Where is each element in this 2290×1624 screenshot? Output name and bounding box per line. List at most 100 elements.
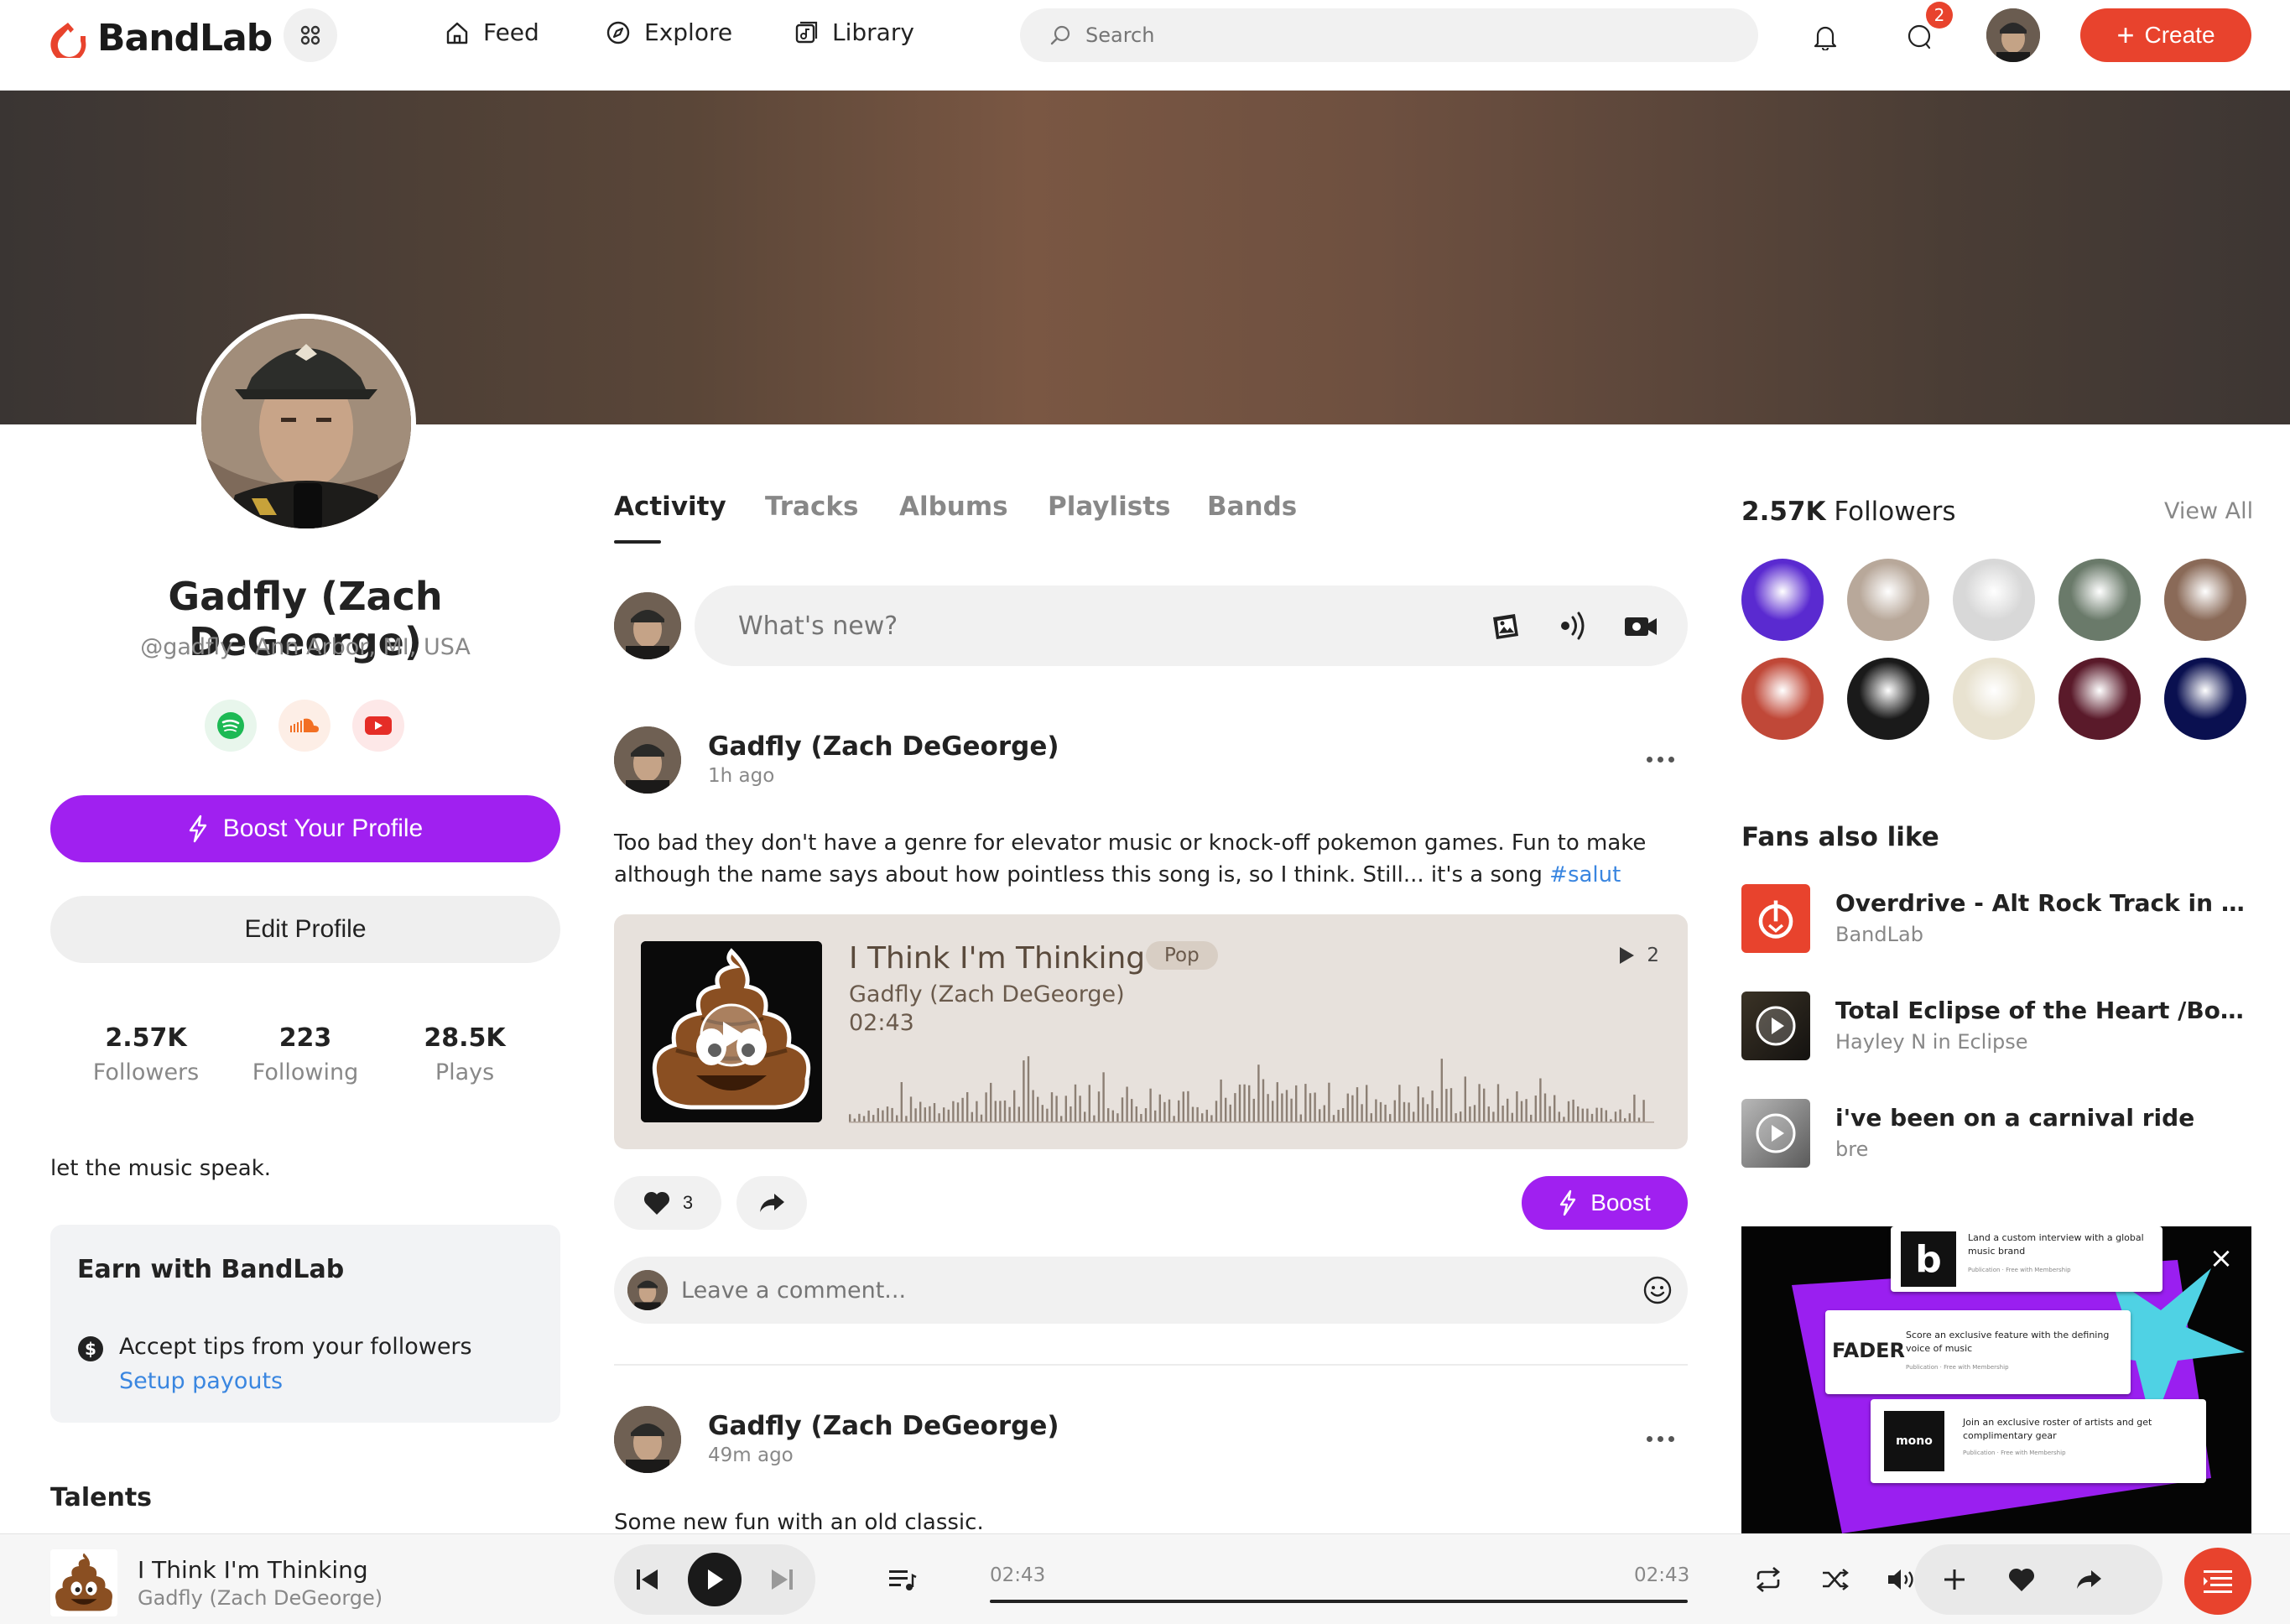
player-share-button[interactable] [2072,1563,2105,1596]
tab-activity[interactable]: Activity [614,492,726,522]
track-title[interactable]: I Think I'm Thinking [849,941,1145,976]
player-track-artist[interactable]: Gadfly (Zach DeGeorge) [138,1586,383,1610]
previous-button[interactable] [631,1563,664,1596]
bandlab-logo[interactable]: BandLab [49,17,273,60]
search-input[interactable] [1085,23,1673,47]
waveform-bar [943,1107,945,1122]
edit-profile-button[interactable]: Edit Profile [50,896,560,963]
nav-feed[interactable]: Feed [445,18,539,46]
tab-playlists[interactable]: Playlists [1048,492,1171,522]
fader-logo: FADER [1832,1339,1906,1362]
setup-payouts-link[interactable]: Setup payouts [119,1368,472,1394]
waveform-bar [1577,1106,1580,1122]
emoji-button[interactable] [1642,1275,1673,1305]
spotify-link[interactable] [205,700,257,752]
post-author-name[interactable]: Gadfly (Zach DeGeorge) [708,1411,1059,1441]
apps-grid-button[interactable] [284,8,337,62]
boost-profile-button[interactable]: Boost Your Profile [50,795,560,862]
player-like-button[interactable] [2005,1563,2038,1596]
tab-albums[interactable]: Albums [899,492,1008,522]
waveform-bar [1027,1056,1030,1122]
fan-track-title[interactable]: Total Eclipse of the Heart /Bonnie Ty... [1835,997,2251,1024]
follower-avatar[interactable] [2164,559,2246,641]
player-track-title[interactable]: I Think I'm Thinking [138,1556,368,1584]
track-card[interactable]: I Think I'm Thinking Pop Gadfly (Zach De… [614,914,1688,1149]
soundcloud-link[interactable] [278,700,330,752]
search-bar[interactable] [1020,8,1758,62]
follower-avatar[interactable] [2164,658,2246,740]
add-to-playlist-button[interactable] [1938,1563,1971,1596]
fan-track-title[interactable]: i've been on a carnival ride [1835,1104,2251,1132]
next-button[interactable] [765,1563,799,1596]
tab-bands[interactable]: Bands [1207,492,1297,522]
repeat-button[interactable] [1750,1563,1787,1596]
track-artwork[interactable] [641,941,822,1122]
nav-library[interactable]: Library [794,18,914,46]
track-artist[interactable]: Gadfly (Zach DeGeorge) [849,981,1125,1007]
fan-track-item[interactable]: i've been on a carnival ride bre [1741,1099,2251,1168]
composer-box[interactable] [695,586,1688,666]
comment-input[interactable] [681,1277,1520,1304]
fan-track-artist[interactable]: BandLab [1835,923,1923,946]
following-stat[interactable]: 223 Following [221,1023,389,1085]
ad-close-button[interactable]: × [2208,1241,2235,1275]
shuffle-button[interactable] [1817,1563,1854,1596]
notifications-button[interactable] [1798,10,1852,64]
player-artwork[interactable] [50,1549,117,1616]
fan-track-thumbnail[interactable] [1741,1099,1810,1168]
fan-track-artist[interactable]: bre [1835,1137,1868,1161]
nav-explore[interactable]: Explore [606,18,732,46]
post-hashtag[interactable]: #salut [1549,862,1621,887]
follower-avatar[interactable] [1847,658,1929,740]
heart-icon [2008,1568,2035,1591]
youtube-link[interactable] [352,700,404,752]
boost-post-button[interactable]: Boost [1522,1176,1688,1230]
post-more-button[interactable] [1639,747,1681,772]
genre-tag[interactable]: Pop [1146,941,1218,970]
queue-list-button[interactable] [884,1563,921,1596]
follower-avatar[interactable] [1953,658,2035,740]
fan-track-title[interactable]: Overdrive - Alt Rock Track in A Mino... [1835,889,2251,917]
membership-ad[interactable]: × b Land a custom interview with a globa… [1741,1226,2251,1533]
fan-track-thumbnail[interactable] [1741,992,1810,1060]
follower-avatar[interactable] [2058,658,2141,740]
photo-upload-button[interactable] [1488,607,1525,644]
post-more-button[interactable] [1639,1426,1681,1451]
fan-track-artist[interactable]: Hayley N in Eclipse [1835,1030,2028,1054]
fan-track-item[interactable]: Total Eclipse of the Heart /Bonnie Ty...… [1741,992,2251,1060]
followers-heading: 2.57K Followers [1741,497,1956,527]
waveform[interactable] [849,1049,1654,1124]
like-button[interactable]: 3 [614,1176,721,1230]
followers-heading-label: Followers [1834,497,1956,527]
waveform-bar [1154,1110,1157,1122]
create-button[interactable]: + Create [2080,8,2251,62]
fan-track-thumbnail[interactable] [1741,884,1810,953]
skip-next-icon [772,1569,793,1590]
view-all-followers-link[interactable]: View All [2164,498,2253,524]
comment-box[interactable] [614,1257,1688,1324]
waveform-bar [1375,1099,1377,1122]
whats-new-input[interactable] [738,611,1409,641]
progress-bar[interactable] [990,1600,1688,1603]
video-upload-button[interactable] [1622,607,1659,644]
now-playing-queue-button[interactable] [2184,1548,2251,1615]
audio-upload-button[interactable] [1555,607,1592,644]
follower-avatar[interactable] [1741,658,1824,740]
play-button[interactable] [688,1553,742,1606]
profile-avatar[interactable] [196,314,416,534]
tab-tracks[interactable]: Tracks [765,492,858,522]
follower-avatar[interactable] [2058,559,2141,641]
fan-track-item[interactable]: Overdrive - Alt Rock Track in A Mino... … [1741,884,2251,953]
followers-stat[interactable]: 2.57K Followers [62,1023,230,1085]
post-author-avatar[interactable] [614,726,681,794]
waveform-bar [1272,1101,1274,1122]
user-avatar[interactable] [1986,8,2040,62]
follower-avatar[interactable] [1847,559,1929,641]
waveform-bar [1492,1111,1495,1122]
profile-bio: let the music speak. [50,1156,272,1181]
post-author-avatar[interactable] [614,1406,681,1473]
post-author-name[interactable]: Gadfly (Zach DeGeorge) [708,731,1059,762]
share-button[interactable] [736,1176,807,1230]
follower-avatar[interactable] [1741,559,1824,641]
follower-avatar[interactable] [1953,559,2035,641]
